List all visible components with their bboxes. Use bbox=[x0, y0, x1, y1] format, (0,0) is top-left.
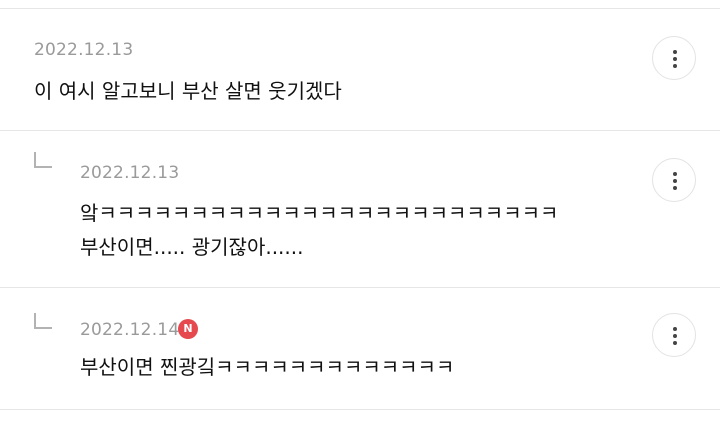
more-vertical-icon bbox=[673, 327, 677, 345]
more-vertical-icon bbox=[673, 50, 677, 68]
comment-text: 부산이면 찐광깈ㅋㅋㅋㅋㅋㅋㅋㅋㅋㅋㅋㅋㅋ bbox=[80, 355, 455, 379]
reply-arrow-icon bbox=[34, 313, 52, 329]
more-options-button[interactable] bbox=[652, 313, 696, 357]
reply-item: 2022.12.14 N 부산이면 찐광깈ㅋㅋㅋㅋㅋㅋㅋㅋㅋㅋㅋㅋㅋ bbox=[0, 288, 720, 409]
comment-item: 2022.12.13 이 여시 알고보니 부산 살면 웃기겠다 bbox=[0, 9, 720, 130]
reply-arrow-icon bbox=[34, 152, 52, 168]
comment-text-line: 부산이면..... 광기잖아...... bbox=[80, 235, 304, 259]
more-options-button[interactable] bbox=[652, 36, 696, 80]
comment-list: 2022.12.13 이 여시 알고보니 부산 살면 웃기겠다 2022.12.… bbox=[0, 0, 720, 429]
divider bbox=[0, 409, 720, 410]
comment-date: 2022.12.14 bbox=[80, 320, 180, 340]
more-vertical-icon bbox=[673, 172, 677, 190]
comment-text: 이 여시 알고보니 부산 살면 웃기겠다 bbox=[34, 79, 342, 103]
comment-date: 2022.12.13 bbox=[80, 163, 180, 183]
comment-text-line: 앜ㅋㅋㅋㅋㅋㅋㅋㅋㅋㅋㅋㅋㅋㅋㅋㅋㅋㅋㅋㅋㅋㅋㅋㅋㅋ bbox=[80, 201, 559, 225]
comment-date: 2022.12.13 bbox=[34, 40, 134, 60]
new-badge-icon: N bbox=[178, 319, 198, 339]
reply-item: 2022.12.13 앜ㅋㅋㅋㅋㅋㅋㅋㅋㅋㅋㅋㅋㅋㅋㅋㅋㅋㅋㅋㅋㅋㅋㅋㅋㅋ 부산… bbox=[0, 131, 720, 287]
more-options-button[interactable] bbox=[652, 158, 696, 202]
